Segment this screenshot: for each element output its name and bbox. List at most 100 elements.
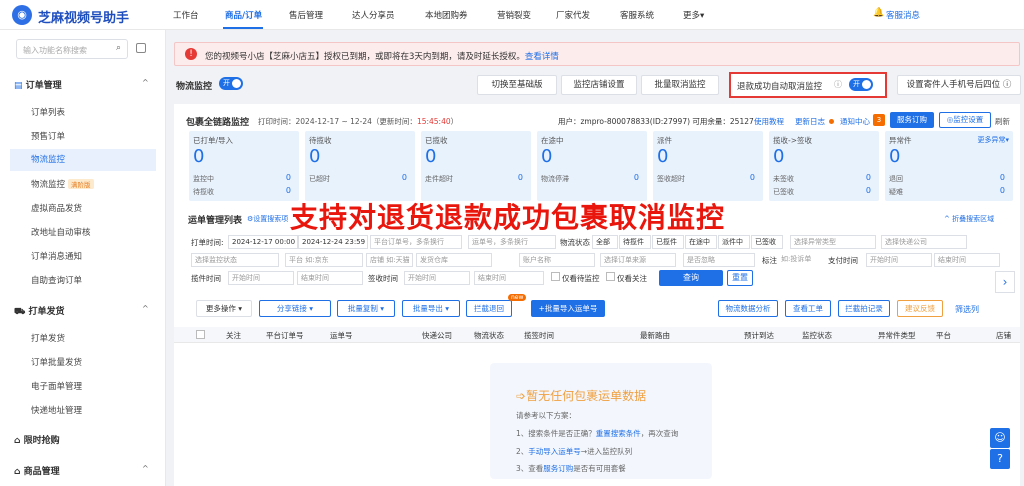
- changelog-link[interactable]: 更新日志: [795, 116, 825, 127]
- col-monitor-status[interactable]: 监控状态: [802, 330, 832, 341]
- service-order-link[interactable]: 服务订购: [543, 464, 573, 473]
- stat-card-exceptions[interactable]: 异常件 更多异常▾ 0 退回 0 疑难 0: [885, 131, 1013, 201]
- sidebar-item-address-mgmt[interactable]: 快递地址管理: [31, 404, 82, 416]
- warehouse-select[interactable]: 发货仓库: [416, 253, 492, 267]
- col-express[interactable]: 快递公司: [422, 330, 452, 341]
- monitor-shop-settings-button[interactable]: 监控店铺设置: [561, 75, 637, 95]
- exception-type-select[interactable]: 选择异常类型: [790, 235, 876, 249]
- switch-basic-button[interactable]: 切换至基础版: [477, 75, 557, 95]
- stat-card-printed[interactable]: 已打单/导入 0 监控中 0 待揽收 0: [189, 131, 299, 201]
- intercept-records-button[interactable]: 拦截拍记录: [838, 300, 890, 317]
- pay-end-input[interactable]: 结束时间: [934, 253, 1000, 267]
- sidebar-item-print-ship[interactable]: 打单发货: [31, 332, 65, 344]
- feedback-button[interactable]: 建议反馈: [897, 300, 943, 317]
- card-row-value[interactable]: 0: [402, 173, 407, 182]
- sign-start-input[interactable]: 开始时间: [404, 271, 470, 285]
- help-icon[interactable]: ⓘ: [834, 79, 842, 90]
- batch-cancel-monitor-button[interactable]: 批量取消监控: [641, 75, 719, 95]
- card-row-value[interactable]: 0: [1000, 186, 1005, 195]
- logistics-analysis-button[interactable]: 物流数据分析: [718, 300, 778, 317]
- refresh-button[interactable]: 刷新: [995, 116, 1010, 127]
- nav-cs-system[interactable]: 客服系统: [620, 9, 654, 21]
- nav-marketing[interactable]: 营销裂变: [497, 9, 531, 21]
- card-row-value[interactable]: 0: [866, 173, 871, 182]
- pickup-end-input[interactable]: 结束时间: [297, 271, 363, 285]
- sidebar-section-orders[interactable]: ▤ 订单管理 ^: [14, 78, 149, 91]
- order-source-select[interactable]: 选择订单来源: [600, 253, 676, 267]
- collapse-search-link[interactable]: ^ 折叠搜索区域: [944, 214, 994, 224]
- status-signed-tab[interactable]: 已签收: [751, 235, 783, 249]
- manual-import-link[interactable]: 手动导入运单号: [528, 447, 581, 456]
- col-follow[interactable]: 关注: [226, 330, 241, 341]
- status-picked-tab[interactable]: 已揽件: [652, 235, 684, 249]
- layout-toggle-icon[interactable]: [136, 43, 146, 53]
- share-link-button[interactable]: 分享链接 ▾: [259, 300, 331, 317]
- sidebar-item-address-review[interactable]: 改地址自动审核: [31, 226, 91, 238]
- more-exceptions-link[interactable]: 更多异常▾: [977, 135, 1009, 145]
- col-logistics-status[interactable]: 物流状态: [474, 330, 504, 341]
- batch-copy-button[interactable]: 批量复制 ▾: [337, 300, 395, 317]
- search-settings-link[interactable]: ⚙设置搜索项: [247, 214, 288, 224]
- sidebar-item-logistics-monitor[interactable]: 物流监控: [10, 149, 156, 171]
- help-icon[interactable]: ?: [990, 449, 1010, 469]
- nav-local-group[interactable]: 本地团购券: [425, 9, 468, 21]
- monitor-toggle[interactable]: 开: [219, 77, 243, 90]
- stat-card-pending-pickup[interactable]: 待揽收 0 已超时 0: [305, 131, 415, 201]
- sidebar-section-goods[interactable]: ⌂ 商品管理 ^: [14, 464, 149, 477]
- sidebar-section-print-ship[interactable]: ⛟ 打单发货 ^: [14, 304, 149, 318]
- account-select[interactable]: 账户名称: [519, 253, 595, 267]
- sidebar-item-order-list[interactable]: 订单列表: [31, 106, 65, 118]
- cs-messages-link[interactable]: 客服消息: [886, 9, 920, 21]
- nav-after-sales[interactable]: 售后管理: [289, 9, 323, 21]
- bell-icon[interactable]: 🔔: [873, 8, 884, 18]
- status-pending-pickup-tab[interactable]: 待揽件: [619, 235, 651, 249]
- nav-goods-orders[interactable]: 商品/订单: [225, 9, 262, 21]
- sidebar-item-self-query[interactable]: 自助查询订单: [31, 274, 82, 286]
- shop-input[interactable]: 店铺 如:天猫: [366, 253, 413, 267]
- status-all-tab[interactable]: 全部: [592, 235, 618, 249]
- col-platform-order[interactable]: 平台订单号: [266, 330, 304, 341]
- alert-details-link[interactable]: 查看详情: [525, 52, 559, 62]
- sender-phone-settings-button[interactable]: 设置寄件人手机号后四位 ⓘ: [897, 75, 1021, 95]
- card-row-value[interactable]: 0: [286, 186, 291, 195]
- status-in-transit-tab[interactable]: 在途中: [685, 235, 717, 249]
- col-sign-time[interactable]: 揽签时间: [524, 330, 554, 341]
- reset-button[interactable]: 重置: [727, 270, 753, 286]
- col-platform[interactable]: 平台: [936, 330, 951, 341]
- card-row-value[interactable]: 0: [286, 173, 291, 182]
- ignored-select[interactable]: 是否忽略: [683, 253, 755, 267]
- sidebar-item-order-notify[interactable]: 订单消息通知: [31, 250, 82, 262]
- reset-search-link[interactable]: 重置搜索条件: [596, 429, 641, 438]
- col-latest-route[interactable]: 最新路由: [640, 330, 670, 341]
- only-follow-checkbox[interactable]: [606, 272, 615, 281]
- date-to-input[interactable]: 2024-12-24 23:59: [298, 235, 368, 249]
- sidebar-item-logistics-monitor-full[interactable]: 物流监控 满阶版: [31, 178, 94, 190]
- sidebar-item-waybill-mgmt[interactable]: 电子面单管理: [31, 380, 82, 392]
- intercept-return-button[interactable]: 拦截退回: [466, 300, 512, 317]
- sidebar-item-presale[interactable]: 预售订单: [31, 130, 65, 142]
- col-exception-type[interactable]: 异常件类型: [878, 330, 916, 341]
- nav-kol-sharer[interactable]: 达人分享员: [352, 9, 395, 21]
- platform-order-input[interactable]: 平台订单号，多条换行: [370, 235, 462, 249]
- waybill-input[interactable]: 运单号，多条换行: [468, 235, 556, 249]
- batch-export-button[interactable]: 批量导出 ▾: [402, 300, 460, 317]
- only-monitor-checkbox[interactable]: [551, 272, 560, 281]
- more-ops-button[interactable]: 更多操作 ▾: [196, 300, 252, 317]
- auto-cancel-toggle[interactable]: 开: [849, 78, 873, 91]
- express-company-select[interactable]: 选择快递公司: [881, 235, 967, 249]
- notice-center-link[interactable]: 通知中心: [840, 116, 870, 127]
- card-row-value[interactable]: 0: [866, 186, 871, 195]
- scroll-right-icon[interactable]: ›: [995, 271, 1015, 293]
- card-row-value[interactable]: 0: [750, 173, 755, 182]
- date-from-input[interactable]: 2024-12-17 00:00: [228, 235, 298, 249]
- filter-columns-link[interactable]: 筛选列: [955, 304, 979, 315]
- nav-factory-ship[interactable]: 厂家代发: [556, 9, 590, 21]
- tutorial-link[interactable]: 使用教程: [754, 116, 784, 127]
- query-button[interactable]: 查询: [659, 270, 723, 286]
- stat-card-in-transit[interactable]: 在途中 0 物流停滞 0: [537, 131, 647, 201]
- service-order-button[interactable]: 服务订购: [890, 112, 934, 128]
- view-ticket-button[interactable]: 查看工单: [785, 300, 831, 317]
- stat-card-picked-up[interactable]: 已揽收 0 走件超时 0: [421, 131, 531, 201]
- nav-more[interactable]: 更多▾: [683, 9, 704, 21]
- pickup-start-input[interactable]: 开始时间: [228, 271, 294, 285]
